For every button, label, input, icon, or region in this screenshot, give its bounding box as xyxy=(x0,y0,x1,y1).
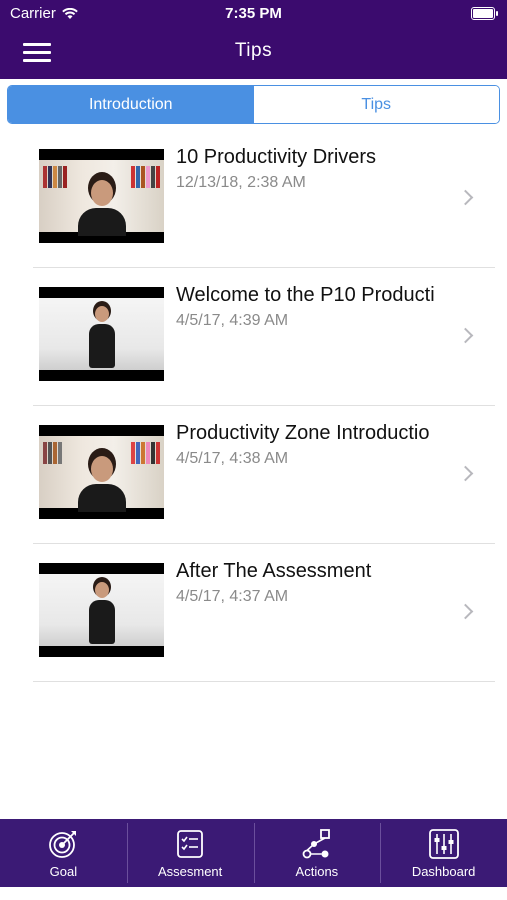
target-icon xyxy=(49,831,77,858)
home-indicator-area xyxy=(0,887,507,900)
video-title: 10 Productivity Drivers xyxy=(176,146,377,168)
battery-icon xyxy=(471,7,498,20)
segment-introduction[interactable]: Introduction xyxy=(8,86,254,123)
divider xyxy=(33,681,495,682)
tab-actions[interactable]: Actions xyxy=(253,819,381,887)
list-item[interactable]: Productivity Zone Introductio 4/5/17, 4:… xyxy=(0,406,507,544)
video-date: 4/5/17, 4:37 AM xyxy=(176,588,289,605)
video-date: 4/5/17, 4:39 AM xyxy=(176,312,289,329)
list-item[interactable]: 10 Productivity Drivers 12/13/18, 2:38 A… xyxy=(0,130,507,268)
header: Carrier 7:35 PM Tips xyxy=(0,0,507,79)
video-list: 10 Productivity Drivers 12/13/18, 2:38 A… xyxy=(0,130,507,682)
video-date: 12/13/18, 2:38 AM xyxy=(176,174,306,191)
chevron-right-icon[interactable] xyxy=(457,465,474,482)
chevron-right-icon[interactable] xyxy=(457,327,474,344)
status-time: 7:35 PM xyxy=(225,5,282,22)
tab-label: Assesment xyxy=(157,864,223,879)
segmented-control: Introduction Tips xyxy=(7,85,500,124)
video-thumbnail xyxy=(39,149,164,243)
video-title: Productivity Zone Introductio xyxy=(176,422,430,444)
list-item[interactable]: Welcome to the P10 Producti 4/5/17, 4:39… xyxy=(0,268,507,406)
status-bar: Carrier 7:35 PM xyxy=(0,0,507,28)
video-title: After The Assessment xyxy=(176,560,372,582)
tab-label: Actions xyxy=(295,864,339,879)
video-date: 4/5/17, 4:38 AM xyxy=(176,450,289,467)
tab-goal[interactable]: Goal xyxy=(0,819,127,887)
screen: Carrier 7:35 PM Tips Introduction Tips 1… xyxy=(0,0,507,900)
video-thumbnail xyxy=(39,563,164,657)
tab-label: Dashboard xyxy=(411,864,476,879)
nav-bar: Tips xyxy=(0,28,507,79)
list-item[interactable]: After The Assessment 4/5/17, 4:37 AM xyxy=(0,544,507,682)
page-title: Tips xyxy=(234,40,273,61)
sliders-icon xyxy=(428,829,459,859)
checklist-icon xyxy=(177,830,204,858)
segment-tips[interactable]: Tips xyxy=(253,86,499,123)
video-thumbnail xyxy=(39,425,164,519)
tab-label: Goal xyxy=(49,864,78,879)
tab-assesment[interactable]: Assesment xyxy=(126,819,254,887)
video-title: Welcome to the P10 Producti xyxy=(176,284,435,306)
video-thumbnail xyxy=(39,287,164,381)
chevron-right-icon[interactable] xyxy=(457,189,474,206)
tab-dashboard[interactable]: Dashboard xyxy=(380,819,507,887)
flow-nodes-icon xyxy=(302,829,330,859)
tab-bar: Goal Assesment Actions Dashboard xyxy=(0,819,507,887)
chevron-right-icon[interactable] xyxy=(457,603,474,620)
